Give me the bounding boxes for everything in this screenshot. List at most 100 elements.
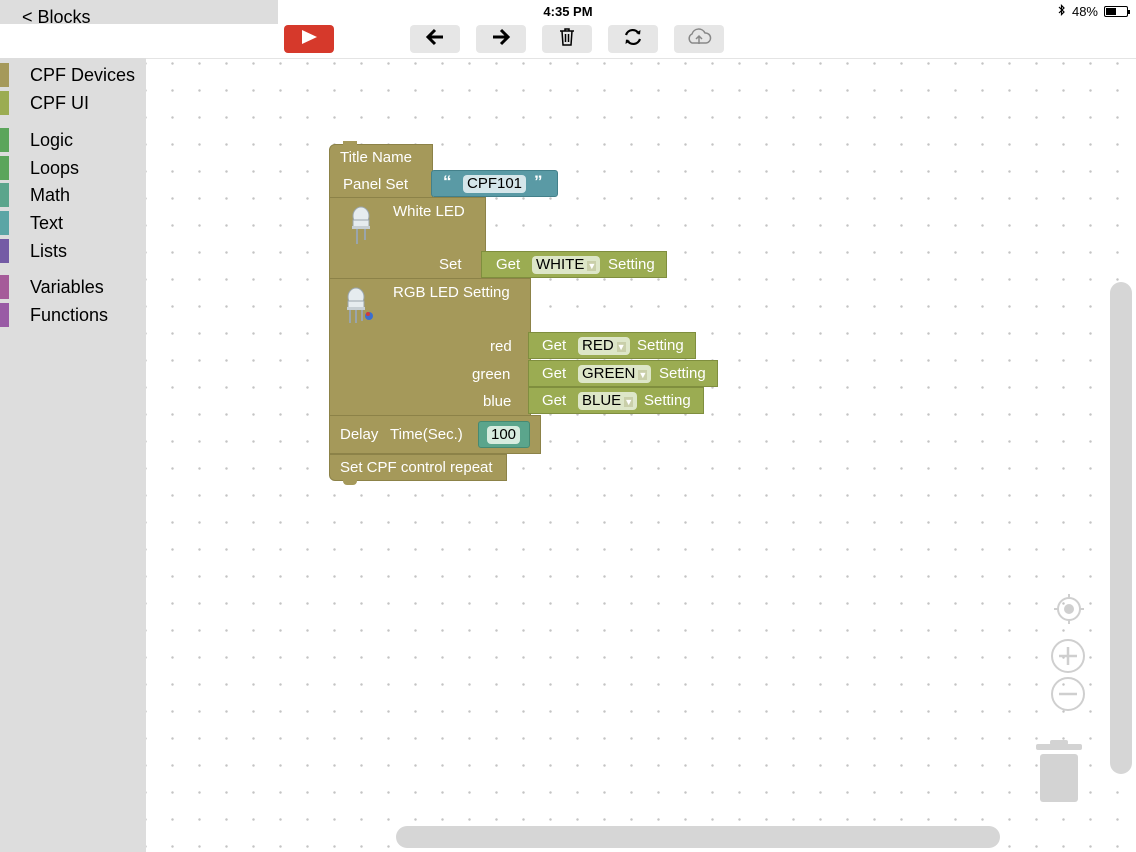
category-text[interactable]: Text xyxy=(0,210,146,236)
setting-label: Setting xyxy=(608,256,655,273)
block-notch xyxy=(343,141,357,146)
category-color-swatch xyxy=(0,303,9,327)
category-color-swatch xyxy=(0,275,9,299)
dropdown-arrow-icon: ▼ xyxy=(624,397,634,407)
title-name-block[interactable]: Title Name Panel Set xyxy=(329,144,433,198)
red-dropdown[interactable]: RED ▼ xyxy=(578,337,630,355)
get-green-setting-block[interactable]: Get GREEN ▼ Setting xyxy=(528,360,718,387)
horizontal-scrollbar[interactable] xyxy=(396,826,1000,848)
get-label: Get xyxy=(542,392,567,409)
panel-name-field[interactable]: CPF101 xyxy=(463,175,527,193)
category-color-swatch xyxy=(0,63,9,87)
refresh-button[interactable] xyxy=(608,25,658,53)
battery-level xyxy=(1106,8,1116,15)
category-color-swatch xyxy=(0,156,9,180)
category-lists[interactable]: Lists xyxy=(0,238,146,264)
get-white-setting-block[interactable]: Get WHITE ▼ Setting xyxy=(481,251,667,278)
white-set-label: Set xyxy=(439,256,462,273)
trash-can-icon xyxy=(1034,740,1084,808)
category-label: Variables xyxy=(30,276,104,297)
block-tab xyxy=(343,480,357,485)
dropdown-arrow-icon: ▼ xyxy=(587,261,597,271)
get-label: Get xyxy=(542,365,567,382)
close-quote: ” xyxy=(534,172,543,191)
category-label: CPF UI xyxy=(30,92,90,113)
white-led-block[interactable]: White LED Set xyxy=(329,197,486,279)
red-dropdown-value: RED xyxy=(582,337,614,354)
number-block[interactable]: 100 xyxy=(478,421,530,448)
text-string-block[interactable]: “ CPF101 ” xyxy=(431,170,558,197)
zoom-in-button[interactable] xyxy=(1050,638,1086,679)
repeat-block[interactable]: Set CPF control repeat xyxy=(329,454,507,481)
category-label: Text xyxy=(30,212,64,233)
white-dropdown-value: WHITE xyxy=(536,256,585,273)
panel-set-label: Panel Set xyxy=(343,176,409,193)
category-cpf-devices[interactable]: CPF Devices xyxy=(0,62,146,88)
category-label: Math xyxy=(30,184,71,205)
workspace-trash[interactable] xyxy=(1034,740,1084,809)
dropdown-arrow-icon: ▼ xyxy=(638,370,648,380)
get-red-setting-block[interactable]: Get RED ▼ Setting xyxy=(528,332,696,359)
category-label: Lists xyxy=(30,240,68,261)
get-label: Get xyxy=(542,337,567,354)
target-icon xyxy=(1052,594,1086,630)
white-led-label: White LED xyxy=(393,203,465,220)
minus-icon xyxy=(1050,677,1086,716)
blue-dropdown-value: BLUE xyxy=(582,392,622,409)
undo-button[interactable] xyxy=(410,25,460,53)
category-loops[interactable]: Loops xyxy=(0,155,146,181)
trash-icon xyxy=(559,27,575,51)
category-logic[interactable]: Logic xyxy=(0,127,146,153)
arrow-left-icon xyxy=(425,28,445,51)
category-math[interactable]: Math xyxy=(0,182,146,208)
cloud-upload-icon xyxy=(686,27,712,51)
delay-value-field[interactable]: 100 xyxy=(487,426,521,444)
category-color-swatch xyxy=(0,91,9,115)
cloud-upload-button[interactable] xyxy=(674,25,724,53)
category-label: Functions xyxy=(30,304,109,325)
rgb-led-bulb-icon xyxy=(345,287,375,331)
delete-button[interactable] xyxy=(542,25,592,53)
time-sec-label: Time(Sec.) xyxy=(390,426,463,443)
category-color-swatch xyxy=(0,183,9,207)
category-label: Loops xyxy=(30,157,80,178)
redo-button[interactable] xyxy=(476,25,526,53)
category-functions[interactable]: Functions xyxy=(0,302,146,328)
delay-label: Delay xyxy=(340,426,379,443)
blue-dropdown[interactable]: BLUE ▼ xyxy=(578,392,638,410)
category-label: CPF Devices xyxy=(30,64,136,85)
green-label: green xyxy=(472,366,511,383)
category-color-swatch xyxy=(0,239,9,263)
setting-label: Setting xyxy=(659,365,706,382)
white-dropdown[interactable]: WHITE ▼ xyxy=(532,256,601,274)
category-cpf-ui[interactable]: CPF UI xyxy=(0,90,146,116)
vertical-scrollbar[interactable] xyxy=(1110,282,1132,774)
dropdown-arrow-icon: ▼ xyxy=(616,342,626,352)
category-variables[interactable]: Variables xyxy=(0,274,146,300)
setting-label: Setting xyxy=(644,392,691,409)
blocks-workspace[interactable] xyxy=(146,58,1136,852)
battery-icon xyxy=(1104,6,1130,17)
rgb-led-block[interactable]: RGB LED Setting red green blue xyxy=(329,278,531,416)
play-icon xyxy=(300,29,318,50)
rgb-led-label: RGB LED Setting xyxy=(393,284,510,301)
red-label: red xyxy=(490,338,512,355)
category-label: Logic xyxy=(30,129,74,150)
repeat-label: Set CPF control repeat xyxy=(340,459,493,476)
recenter-button[interactable] xyxy=(1052,592,1086,631)
category-color-swatch xyxy=(0,211,9,235)
run-button[interactable] xyxy=(284,25,334,53)
bluetooth-icon xyxy=(1058,4,1066,19)
category-color-swatch xyxy=(0,128,9,152)
open-quote: “ xyxy=(443,172,452,191)
toolbar xyxy=(0,24,1136,58)
title-name-label: Title Name xyxy=(340,149,412,166)
led-bulb-icon xyxy=(350,206,372,250)
setting-label: Setting xyxy=(637,337,684,354)
arrow-right-icon xyxy=(491,28,511,51)
refresh-icon xyxy=(623,28,643,51)
get-label: Get xyxy=(496,256,521,273)
zoom-out-button[interactable] xyxy=(1050,676,1086,717)
green-dropdown[interactable]: GREEN ▼ xyxy=(578,365,652,383)
get-blue-setting-block[interactable]: Get BLUE ▼ Setting xyxy=(528,387,704,414)
